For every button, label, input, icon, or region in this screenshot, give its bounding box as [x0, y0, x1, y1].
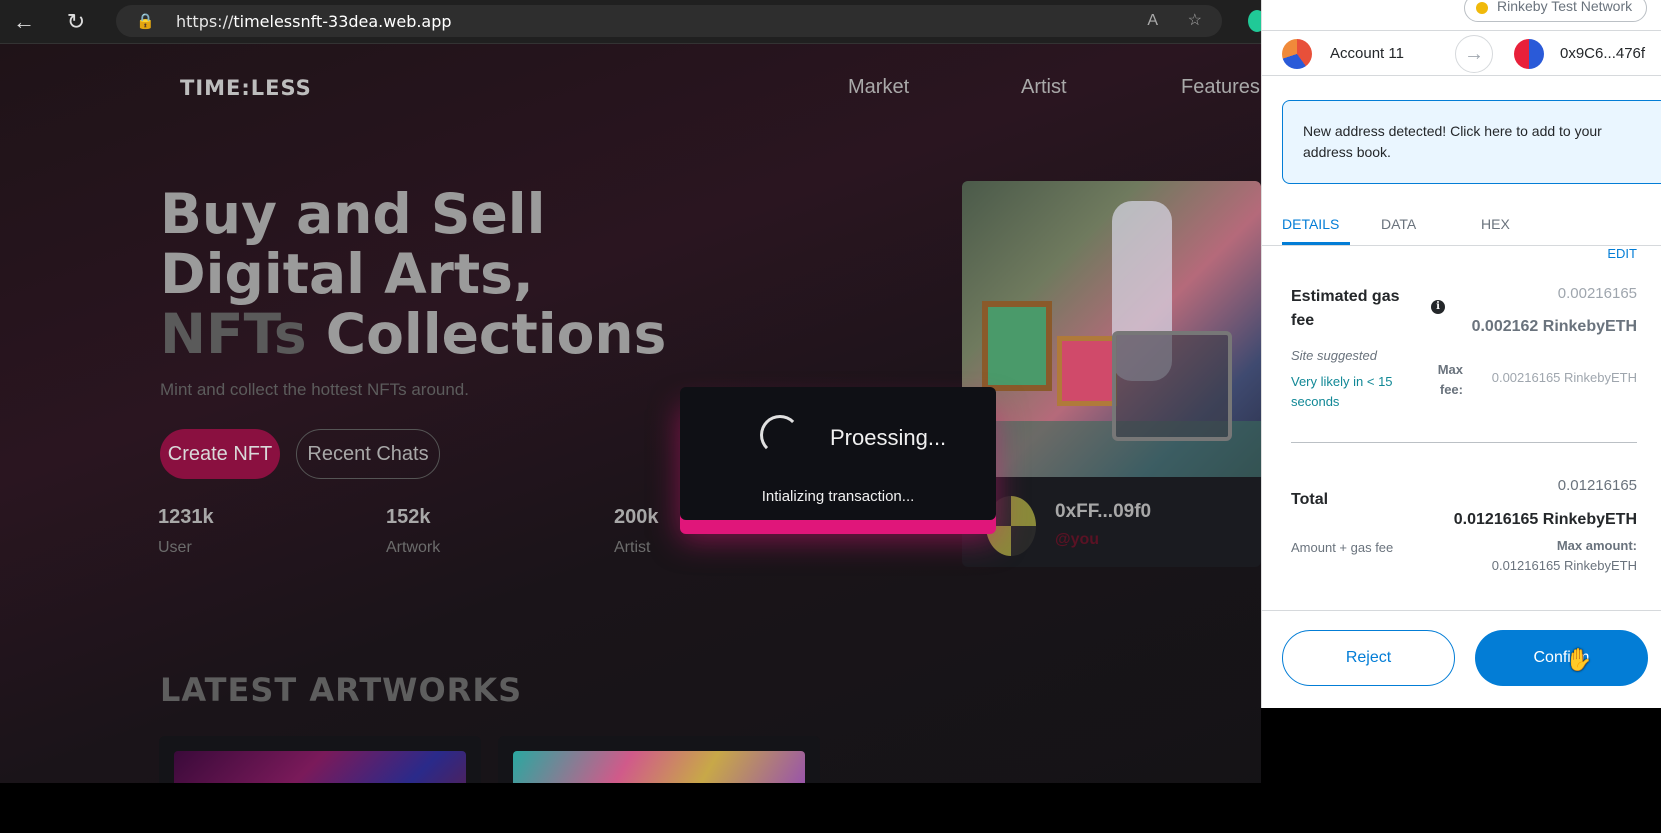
- wallet-confirm-panel: Rinkeby Test Network Account 11 → 0x9C6.…: [1261, 0, 1661, 708]
- account-avatar: [1282, 39, 1312, 69]
- reject-button[interactable]: Reject: [1282, 630, 1455, 686]
- tab-hex[interactable]: HEX: [1481, 216, 1510, 232]
- max-fee-value: 0.00216165 RinkebyETH: [1491, 370, 1637, 385]
- gas-fee-eth: 0.002162 RinkebyETH: [1471, 318, 1637, 335]
- max-amount-value: 0.01216165 RinkebyETH: [1491, 558, 1637, 573]
- reload-icon[interactable]: ↻: [62, 8, 90, 36]
- from-account-name[interactable]: Account 11: [1330, 45, 1404, 62]
- section-divider: [1291, 442, 1637, 443]
- browser-toolbar: ← ↻ 🔒 https://timelessnft-33dea.web.app …: [0, 0, 1266, 44]
- url-text: https://timelessnft-33dea.web.app: [176, 12, 452, 31]
- read-aloud-icon[interactable]: A: [1147, 12, 1157, 29]
- nav-market[interactable]: Market: [848, 76, 909, 99]
- total-value-eth: 0.01216165 RinkebyETH: [1453, 511, 1637, 528]
- footer-divider: [1262, 610, 1661, 611]
- to-address[interactable]: 0x9C6...476f: [1560, 45, 1645, 62]
- latest-artworks-heading: LATEST ARTWORKS: [160, 671, 523, 709]
- arrow-right-icon: →: [1455, 35, 1493, 73]
- address-bar[interactable]: 🔒 https://timelessnft-33dea.web.app A ☆: [116, 5, 1222, 37]
- network-dot-icon: [1476, 2, 1488, 14]
- recipient-avatar: [1514, 39, 1544, 69]
- stat-artists: 200k Artist: [614, 506, 659, 556]
- lock-icon[interactable]: 🔒: [136, 12, 155, 30]
- owner-tag: @you: [1055, 531, 1100, 548]
- stat-users: 1231k User: [158, 506, 214, 556]
- favorite-icon[interactable]: ☆: [1188, 12, 1202, 29]
- tab-details[interactable]: DETAILS: [1282, 216, 1339, 232]
- account-transfer-row: Account 11 → 0x9C6...476f: [1262, 30, 1661, 76]
- nav-artist[interactable]: Artist: [1021, 76, 1067, 99]
- edit-gas-link[interactable]: EDIT: [1607, 246, 1637, 261]
- network-selector[interactable]: Rinkeby Test Network: [1464, 0, 1648, 22]
- confirm-button[interactable]: Confirm: [1475, 630, 1648, 686]
- nav-features[interactable]: Features: [1181, 76, 1260, 99]
- processing-dialog: Proessing... Intializing transaction...: [680, 387, 996, 520]
- create-nft-button[interactable]: Create NFT: [160, 429, 280, 479]
- taskbar-strip: [0, 783, 1661, 833]
- detail-tabs: DETAILS DATA HEX: [1262, 206, 1661, 246]
- max-amount-label: Max amount:: [1556, 538, 1637, 553]
- active-tab-indicator: [1282, 242, 1350, 245]
- featured-nft-image[interactable]: [962, 181, 1261, 477]
- max-fee-label: Max fee:: [1437, 362, 1463, 397]
- site-suggested-label: Site suggested: [1291, 348, 1378, 363]
- processing-subtitle: Intializing transaction...: [761, 488, 915, 505]
- total-value: 0.01216165: [1557, 477, 1637, 494]
- recent-chats-button[interactable]: Recent Chats: [296, 429, 440, 479]
- amount-gas-label: Amount + gas fee: [1291, 540, 1394, 555]
- likelihood-text: Very likely in < 15 seconds: [1291, 374, 1393, 409]
- tab-data[interactable]: DATA: [1381, 216, 1416, 232]
- featured-nft-card[interactable]: 0xFF...09f0 @you: [962, 181, 1261, 567]
- processing-title: Proessing...: [830, 425, 947, 450]
- site-logo[interactable]: TIME:LESS: [180, 76, 312, 100]
- info-icon[interactable]: i: [1431, 300, 1445, 314]
- total-label: Total: [1291, 491, 1329, 508]
- gas-fee-value: 0.00216165: [1557, 285, 1637, 302]
- back-icon[interactable]: ←: [10, 8, 38, 36]
- loading-spinner-icon: [760, 415, 800, 455]
- hero-title: Buy and Sell Digital Arts, NFTs Collecti…: [160, 182, 667, 366]
- estimated-gas-label: Estimated gas fee: [1291, 288, 1400, 329]
- web-page: TIME:LESS Market Artist Features Buy and…: [0, 44, 1261, 827]
- stat-artworks: 152k Artwork: [386, 506, 441, 556]
- hero-subtitle: Mint and collect the hottest NFTs around…: [160, 380, 469, 399]
- owner-address: 0xFF...09f0: [1055, 501, 1152, 522]
- new-address-notice[interactable]: New address detected! Click here to add …: [1282, 100, 1661, 184]
